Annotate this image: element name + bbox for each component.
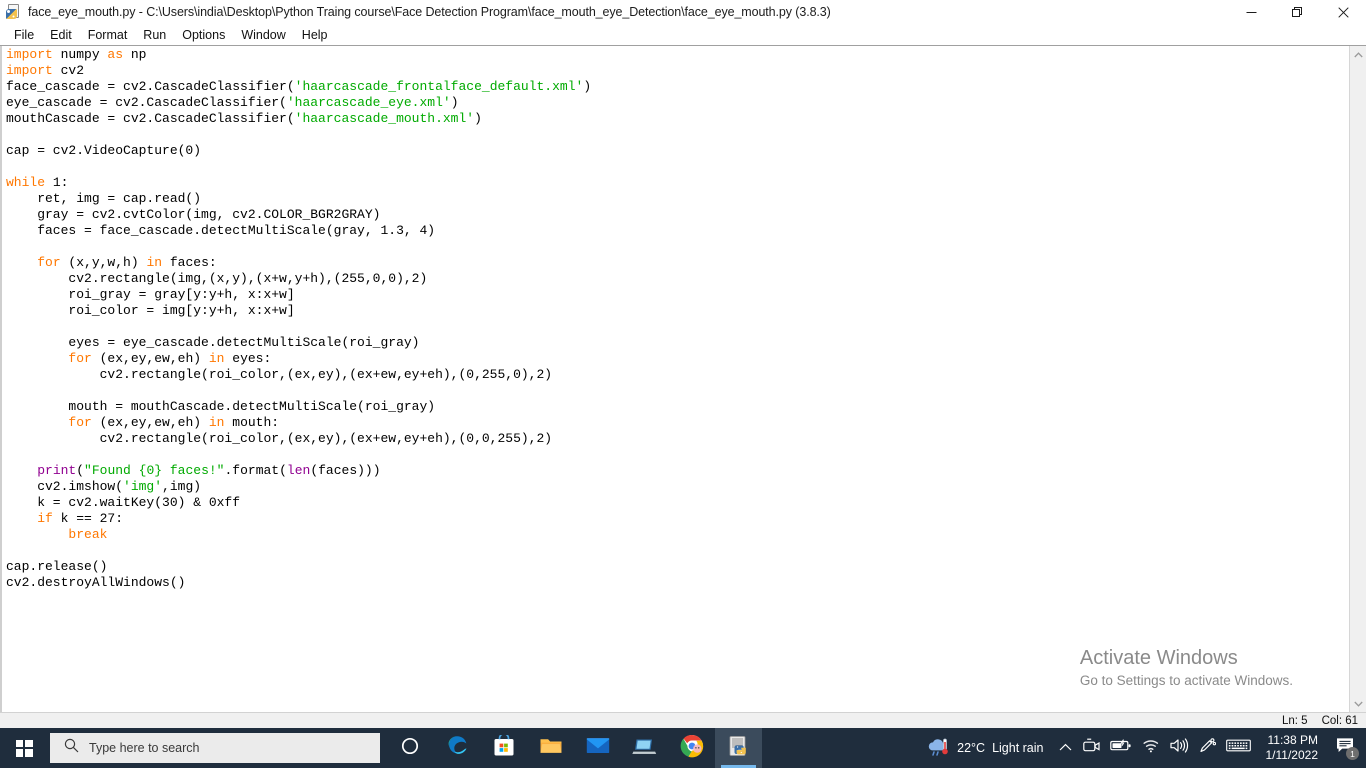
taskbar-app-list bbox=[386, 728, 762, 768]
google-chrome-icon bbox=[680, 734, 704, 763]
wifi-icon bbox=[1142, 738, 1160, 758]
minimize-button[interactable] bbox=[1228, 0, 1274, 24]
taskbar-app-chrome[interactable] bbox=[668, 728, 715, 768]
vertical-scrollbar[interactable] bbox=[1349, 46, 1366, 712]
rain-cloud-icon bbox=[926, 737, 950, 760]
tray-wifi-button[interactable] bbox=[1137, 728, 1165, 768]
title-bar: face_eye_mouth.py - C:\Users\india\Deskt… bbox=[0, 0, 1366, 24]
status-line-number: Ln: 5 bbox=[1282, 715, 1308, 727]
tray-weather-description: Light rain bbox=[992, 741, 1043, 755]
windows-start-icon bbox=[16, 740, 33, 757]
watermark-title: Activate Windows bbox=[1080, 646, 1293, 670]
taskbar: Type here to search bbox=[0, 728, 1366, 768]
touch-keyboard-icon bbox=[1226, 738, 1251, 758]
tray-touch-keyboard-button[interactable] bbox=[1221, 728, 1256, 768]
menu-item-help[interactable]: Help bbox=[294, 26, 336, 44]
meet-now-icon bbox=[1083, 738, 1100, 759]
window-title: face_eye_mouth.py - C:\Users\india\Deskt… bbox=[28, 5, 831, 19]
status-bar: Ln: 5 Col: 61 bbox=[0, 712, 1366, 728]
menu-bar: File Edit Format Run Options Window Help bbox=[0, 24, 1366, 45]
tray-volume-button[interactable] bbox=[1165, 728, 1194, 768]
watermark-subtitle: Go to Settings to activate Windows. bbox=[1080, 672, 1293, 690]
notification-count-badge: 1 bbox=[1346, 747, 1359, 760]
search-icon bbox=[64, 738, 79, 758]
taskbar-app-store[interactable] bbox=[480, 728, 527, 768]
tray-battery-button[interactable] bbox=[1105, 728, 1137, 768]
taskbar-app-cortana[interactable] bbox=[386, 728, 433, 768]
chevron-up-icon bbox=[1059, 739, 1072, 757]
microsoft-edge-icon bbox=[445, 734, 469, 763]
system-tray: 22°C Light rain bbox=[920, 728, 1366, 768]
tray-clock[interactable]: 11:38 PM 1/11/2022 bbox=[1256, 728, 1329, 768]
taskbar-search-box[interactable]: Type here to search bbox=[50, 733, 380, 763]
tray-weather-temp: 22°C bbox=[957, 741, 985, 755]
menu-item-edit[interactable]: Edit bbox=[42, 26, 80, 44]
menu-item-file[interactable]: File bbox=[6, 26, 42, 44]
python-idle-icon bbox=[728, 735, 750, 762]
file-explorer-icon bbox=[539, 735, 563, 762]
code-editor[interactable]: import numpy as np import cv2 face_casca… bbox=[0, 46, 1349, 712]
taskbar-app-edge[interactable] bbox=[433, 728, 480, 768]
editor-area: import numpy as np import cv2 face_casca… bbox=[0, 45, 1366, 712]
remote-desktop-icon bbox=[632, 736, 657, 761]
tray-time: 11:38 PM bbox=[1268, 733, 1318, 748]
tray-notifications-button[interactable]: 1 bbox=[1328, 728, 1362, 768]
tray-weather-widget[interactable]: 22°C Light rain bbox=[920, 728, 1053, 768]
taskbar-app-mail[interactable] bbox=[574, 728, 621, 768]
status-column-number: Col: 61 bbox=[1322, 715, 1358, 727]
restore-button[interactable] bbox=[1274, 0, 1320, 24]
menu-item-run[interactable]: Run bbox=[135, 26, 174, 44]
tray-date: 1/11/2022 bbox=[1266, 748, 1319, 763]
close-button[interactable] bbox=[1320, 0, 1366, 24]
menu-item-format[interactable]: Format bbox=[80, 26, 136, 44]
tray-pen-menu-button[interactable] bbox=[1194, 728, 1221, 768]
mail-icon bbox=[586, 736, 610, 760]
scroll-up-arrow-icon[interactable] bbox=[1350, 46, 1366, 63]
pen-menu-icon bbox=[1199, 737, 1216, 759]
search-placeholder: Type here to search bbox=[89, 741, 199, 755]
menu-item-options[interactable]: Options bbox=[174, 26, 233, 44]
scroll-down-arrow-icon[interactable] bbox=[1350, 695, 1366, 712]
tray-overflow-button[interactable] bbox=[1054, 728, 1078, 768]
screen: face_eye_mouth.py - C:\Users\india\Deskt… bbox=[0, 0, 1366, 768]
window-controls bbox=[1228, 0, 1366, 24]
cortana-icon bbox=[400, 736, 420, 761]
python-file-icon bbox=[6, 4, 22, 20]
menu-item-window[interactable]: Window bbox=[233, 26, 293, 44]
activate-windows-watermark: Activate Windows Go to Settings to activ… bbox=[1080, 646, 1293, 690]
taskbar-app-file-explorer[interactable] bbox=[527, 728, 574, 768]
taskbar-app-python-idle[interactable] bbox=[715, 728, 762, 768]
start-button[interactable] bbox=[0, 728, 48, 768]
volume-icon bbox=[1170, 738, 1189, 758]
battery-icon bbox=[1110, 739, 1132, 757]
taskbar-app-remote-desktop[interactable] bbox=[621, 728, 668, 768]
microsoft-store-icon bbox=[493, 735, 515, 762]
idle-editor-window: face_eye_mouth.py - C:\Users\india\Deskt… bbox=[0, 0, 1366, 728]
code-text[interactable]: import numpy as np import cv2 face_casca… bbox=[6, 47, 591, 591]
tray-meet-now-button[interactable] bbox=[1078, 728, 1105, 768]
